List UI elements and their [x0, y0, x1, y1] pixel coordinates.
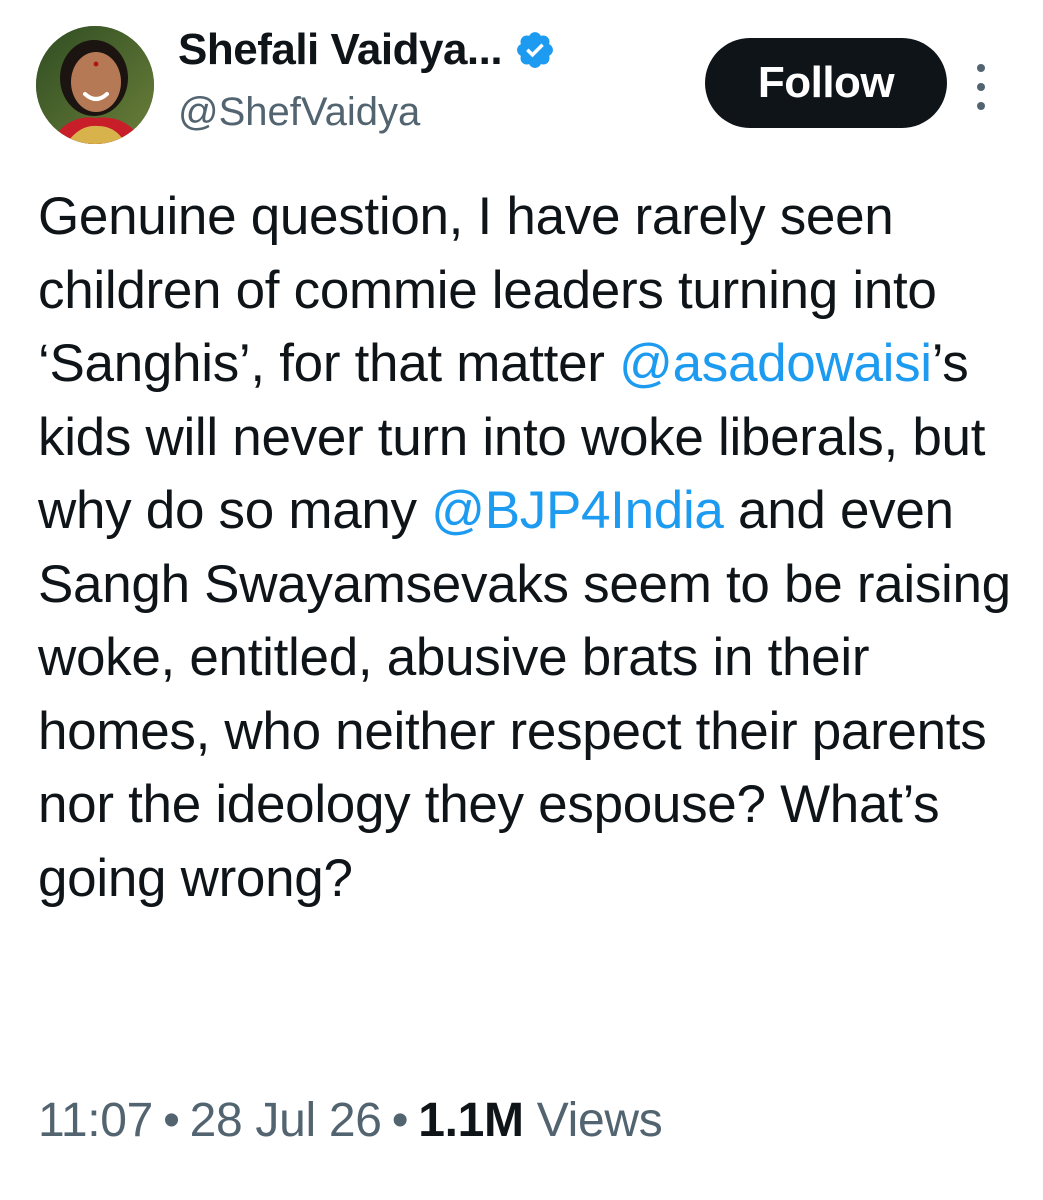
- tweet-text: Genuine question, I have rarely seen chi…: [38, 180, 1018, 915]
- tweet-date[interactable]: 28 Jul 26: [190, 1094, 382, 1147]
- tweet-time[interactable]: 11:07: [38, 1094, 153, 1147]
- author-handle[interactable]: @ShefVaidya: [178, 90, 698, 135]
- views-label: Views: [536, 1094, 663, 1147]
- profile-photo-icon: [36, 26, 154, 144]
- tweet-text-segment: and even Sangh Swayamsevaks seem to be r…: [38, 481, 1011, 908]
- mention-link-asadowaisi[interactable]: @asadowaisi: [619, 334, 932, 393]
- follow-button[interactable]: Follow: [705, 38, 947, 128]
- more-dot: [977, 83, 985, 91]
- more-options-icon[interactable]: [966, 64, 996, 110]
- tweet-header: Shefali Vaidya... @ShefVaidya Follow: [36, 22, 1026, 144]
- author-display-name[interactable]: Shefali Vaidya...: [178, 25, 503, 75]
- author-avatar[interactable]: [36, 26, 154, 144]
- views-count: 1.1M: [418, 1094, 524, 1147]
- name-row: Shefali Vaidya...: [178, 22, 698, 78]
- more-dot: [977, 64, 985, 72]
- author-info: Shefali Vaidya... @ShefVaidya: [178, 22, 698, 135]
- tweet-meta: 11:07 • 28 Jul 26 • 1.1M Views: [38, 1093, 663, 1148]
- more-dot: [977, 102, 985, 110]
- verified-badge-icon: [514, 29, 556, 71]
- mention-link-bjp4india[interactable]: @BJP4India: [431, 481, 724, 540]
- tweet-card: Shefali Vaidya... @ShefVaidya Follow Gen…: [0, 0, 1043, 1200]
- meta-separator: •: [163, 1094, 180, 1147]
- meta-separator: •: [391, 1094, 409, 1147]
